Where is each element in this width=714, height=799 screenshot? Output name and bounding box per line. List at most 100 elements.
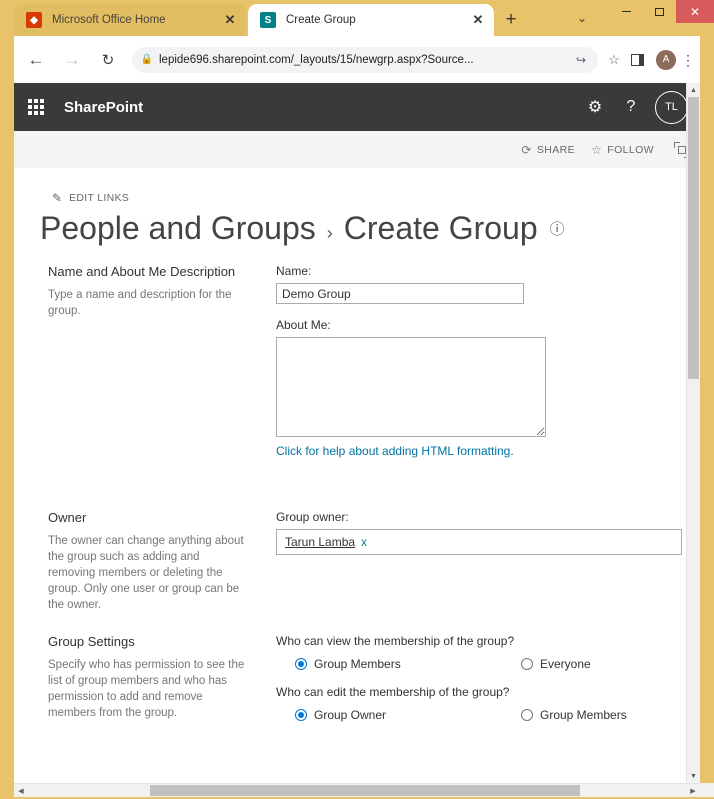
scrollbar-corner [700, 783, 714, 797]
radio-label: Group Members [314, 657, 401, 671]
page-content: ✎ EDIT LINKS People and Groups › Create … [14, 168, 684, 783]
radio-indicator[interactable] [521, 658, 533, 670]
sharepoint-brand-link[interactable]: SharePoint [64, 99, 143, 116]
section-heading: Group Settings [48, 634, 135, 649]
about-me-textarea[interactable] [276, 337, 546, 437]
close-icon[interactable]: ✕ [470, 12, 486, 28]
section-description: Specify who has permission to see the li… [48, 659, 245, 719]
scroll-left-icon[interactable]: ◀ [14, 784, 28, 797]
breadcrumb-create-group: Create Group [343, 210, 538, 246]
tab-title: Microsoft Office Home [52, 14, 166, 26]
browser-tab-create-group[interactable]: S Create Group ✕ [248, 4, 494, 36]
share-icon[interactable]: ↪ [572, 53, 590, 67]
edit-links-button[interactable]: ✎ EDIT LINKS [52, 191, 129, 205]
view-membership-question: Who can view the membership of the group… [276, 634, 515, 648]
share-label: SHARE [536, 143, 576, 156]
star-icon: ☆ [591, 142, 603, 157]
focus-inner-square [678, 145, 686, 154]
tab-strip: ◆ Microsoft Office Home ✕ S Create Group… [0, 0, 714, 36]
about-me-label: About Me: [276, 318, 331, 332]
horizontal-scrollbar[interactable]: ◀ ▶ [14, 783, 700, 797]
browser-tab-office-home[interactable]: ◆ Microsoft Office Home ✕ [14, 4, 246, 36]
share-button[interactable]: ⟳ SHARE [521, 143, 575, 157]
maximize-button[interactable] [643, 0, 675, 23]
radio-view-group-members[interactable]: Group Members [276, 657, 521, 671]
minimize-button[interactable] [610, 0, 642, 23]
radio-indicator[interactable] [521, 709, 533, 721]
profile-avatar[interactable]: A [656, 49, 676, 70]
edit-links-label: EDIT LINKS [69, 192, 130, 204]
breadcrumb-people-and-groups[interactable]: People and Groups [40, 210, 316, 247]
page-title: People and Groups › Create Group ⓘ [40, 210, 565, 247]
bookmark-star-icon[interactable]: ☆ [604, 52, 624, 68]
pencil-icon: ✎ [52, 191, 63, 205]
forward-icon[interactable]: → [58, 46, 86, 74]
page-viewport: SharePoint ⚙ ? TL ⟳ SHARE ☆ FOLLOW ✎ EDI… [14, 83, 700, 783]
page-action-ribbon: ⟳ SHARE ☆ FOLLOW [14, 131, 700, 168]
html-formatting-help-link[interactable]: Click for help about adding HTML formatt… [276, 444, 546, 458]
office-icon: ◆ [26, 12, 42, 28]
info-icon[interactable]: ⓘ [550, 218, 565, 239]
side-panel-glyph [630, 53, 644, 66]
url-text: lepide696.sharepoint.com/_layouts/15/new… [159, 53, 474, 66]
view-membership-radio-group: Group Members Everyone [276, 657, 627, 671]
sharepoint-icon: S [260, 12, 276, 28]
name-label: Name: [276, 264, 312, 278]
close-icon[interactable]: ✕ [222, 12, 238, 28]
follow-button[interactable]: ☆ FOLLOW [591, 143, 654, 157]
side-panel-icon[interactable] [624, 53, 650, 66]
breadcrumb-separator: › [326, 223, 333, 243]
radio-label: Group Members [540, 708, 627, 722]
minimize-icon [621, 11, 631, 12]
section-heading: Name and About Me Description [48, 264, 236, 279]
browser-window: ◆ Microsoft Office Home ✕ S Create Group… [0, 0, 714, 799]
section-fields-block: Name: About Me: Click for help about add… [276, 264, 546, 458]
user-avatar[interactable]: TL [655, 90, 688, 124]
vertical-scrollbar-thumb[interactable] [688, 97, 699, 379]
more-menu-icon[interactable]: ⋮ [676, 53, 700, 67]
radio-indicator[interactable] [295, 658, 307, 670]
app-launcher-waffle-icon[interactable] [26, 97, 46, 117]
section-description: Type a name and description for the grou… [48, 289, 232, 317]
radio-edit-group-members[interactable]: Group Members [521, 708, 627, 722]
owner-chip-name[interactable]: Tarun Lamba [285, 535, 355, 549]
new-tab-button[interactable]: + [500, 9, 522, 31]
browser-toolbar: ← → ↻ 🔒 lepide696.sharepoint.com/_layout… [14, 36, 700, 83]
section-fields-block: Group owner: Tarun Lamba x [276, 510, 682, 555]
name-input[interactable] [276, 283, 524, 304]
section-description-block: Name and About Me Description Type a nam… [48, 264, 248, 319]
close-window-button[interactable]: ✕ [676, 0, 714, 23]
vertical-scrollbar[interactable]: ▲ ▼ [686, 83, 700, 783]
maximize-icon [654, 7, 664, 16]
scroll-right-icon[interactable]: ▶ [686, 784, 700, 797]
radio-label: Group Owner [314, 708, 387, 722]
horizontal-scrollbar-thumb[interactable] [150, 785, 580, 796]
remove-owner-icon[interactable]: x [361, 535, 367, 549]
section-heading: Owner [48, 510, 87, 525]
section-description-block: Group Settings Specify who has permissio… [48, 634, 248, 721]
section-fields-block: Who can view the membership of the group… [276, 634, 627, 736]
group-owner-people-picker[interactable]: Tarun Lamba x [276, 529, 682, 555]
group-owner-label: Group owner: [276, 510, 349, 524]
scroll-down-icon[interactable]: ▼ [687, 769, 700, 783]
suite-bar-actions: ⚙ ? TL [577, 89, 700, 125]
scroll-up-icon[interactable]: ▲ [687, 83, 700, 97]
section-description-block: Owner The owner can change anything abou… [48, 510, 248, 613]
follow-label: FOLLOW [607, 143, 654, 156]
chevron-down-icon[interactable]: ⌄ [572, 11, 592, 29]
radio-edit-group-owner[interactable]: Group Owner [276, 708, 521, 722]
gear-icon[interactable]: ⚙ [577, 89, 613, 125]
reload-icon[interactable]: ↻ [94, 46, 122, 74]
radio-label: Everyone [540, 657, 591, 671]
lock-icon: 🔒 [140, 54, 154, 65]
section-description: The owner can change anything about the … [48, 535, 244, 611]
sharepoint-suite-bar: SharePoint ⚙ ? TL [14, 83, 700, 131]
radio-view-everyone[interactable]: Everyone [521, 657, 591, 671]
back-icon[interactable]: ← [22, 46, 50, 74]
radio-indicator[interactable] [295, 709, 307, 721]
edit-membership-question: Who can edit the membership of the group… [276, 685, 510, 699]
share-icon: ⟳ [521, 142, 532, 157]
tab-title: Create Group [286, 14, 356, 26]
address-bar[interactable]: 🔒 lepide696.sharepoint.com/_layouts/15/n… [132, 46, 598, 73]
help-icon[interactable]: ? [613, 89, 649, 125]
